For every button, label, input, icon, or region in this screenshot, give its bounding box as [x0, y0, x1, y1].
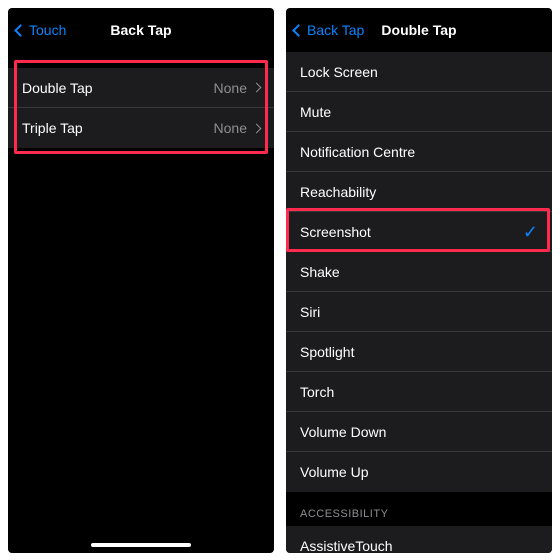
- phone-back-tap: Touch Back Tap Double Tap None Triple Ta…: [8, 8, 274, 553]
- row-label: Lock Screen: [300, 64, 538, 80]
- back-button[interactable]: Touch: [16, 8, 66, 52]
- option-spotlight[interactable]: Spotlight: [286, 332, 552, 372]
- back-label: Touch: [29, 22, 66, 38]
- row-triple-tap[interactable]: Triple Tap None: [8, 108, 274, 148]
- row-label: Reachability: [300, 184, 538, 200]
- option-reachability[interactable]: Reachability: [286, 172, 552, 212]
- option-volume-down[interactable]: Volume Down: [286, 412, 552, 452]
- chevron-left-icon: [14, 24, 27, 37]
- option-siri[interactable]: Siri: [286, 292, 552, 332]
- chevron-right-icon: [252, 123, 262, 133]
- row-label: Shake: [300, 264, 538, 280]
- back-tap-section: Double Tap None Triple Tap None: [8, 68, 274, 148]
- row-value: None: [214, 120, 247, 136]
- option-screenshot[interactable]: Screenshot ✓: [286, 212, 552, 252]
- row-double-tap[interactable]: Double Tap None: [8, 68, 274, 108]
- section-header-accessibility: ACCESSIBILITY: [286, 492, 552, 526]
- navbar: Back Tap Double Tap: [286, 8, 552, 52]
- option-torch[interactable]: Torch: [286, 372, 552, 412]
- row-value: None: [214, 80, 247, 96]
- chevron-right-icon: [252, 83, 262, 93]
- option-volume-up[interactable]: Volume Up: [286, 452, 552, 492]
- row-label: Siri: [300, 304, 538, 320]
- row-label: Double Tap: [22, 80, 214, 96]
- row-label: Volume Up: [300, 464, 538, 480]
- row-label: Triple Tap: [22, 120, 214, 136]
- row-label: Mute: [300, 104, 538, 120]
- option-lock-screen[interactable]: Lock Screen: [286, 52, 552, 92]
- row-label: Torch: [300, 384, 538, 400]
- checkmark-icon: ✓: [523, 223, 538, 241]
- row-label: AssistiveTouch: [300, 538, 538, 554]
- option-notification-centre[interactable]: Notification Centre: [286, 132, 552, 172]
- page-title: Back Tap: [110, 22, 171, 38]
- row-label: Volume Down: [300, 424, 538, 440]
- row-label: Screenshot: [300, 224, 523, 240]
- row-label: Notification Centre: [300, 144, 538, 160]
- options-list[interactable]: Lock Screen Mute Notification Centre Rea…: [286, 52, 552, 553]
- phone-double-tap: Back Tap Double Tap Lock Screen Mute Not…: [286, 8, 552, 553]
- option-shake[interactable]: Shake: [286, 252, 552, 292]
- chevron-left-icon: [292, 24, 305, 37]
- back-button[interactable]: Back Tap: [294, 8, 364, 52]
- page-title: Double Tap: [381, 22, 456, 38]
- home-indicator[interactable]: [91, 543, 191, 547]
- option-mute[interactable]: Mute: [286, 92, 552, 132]
- option-assistive-touch[interactable]: AssistiveTouch: [286, 526, 552, 553]
- back-label: Back Tap: [307, 22, 364, 38]
- row-label: Spotlight: [300, 344, 538, 360]
- navbar: Touch Back Tap: [8, 8, 274, 52]
